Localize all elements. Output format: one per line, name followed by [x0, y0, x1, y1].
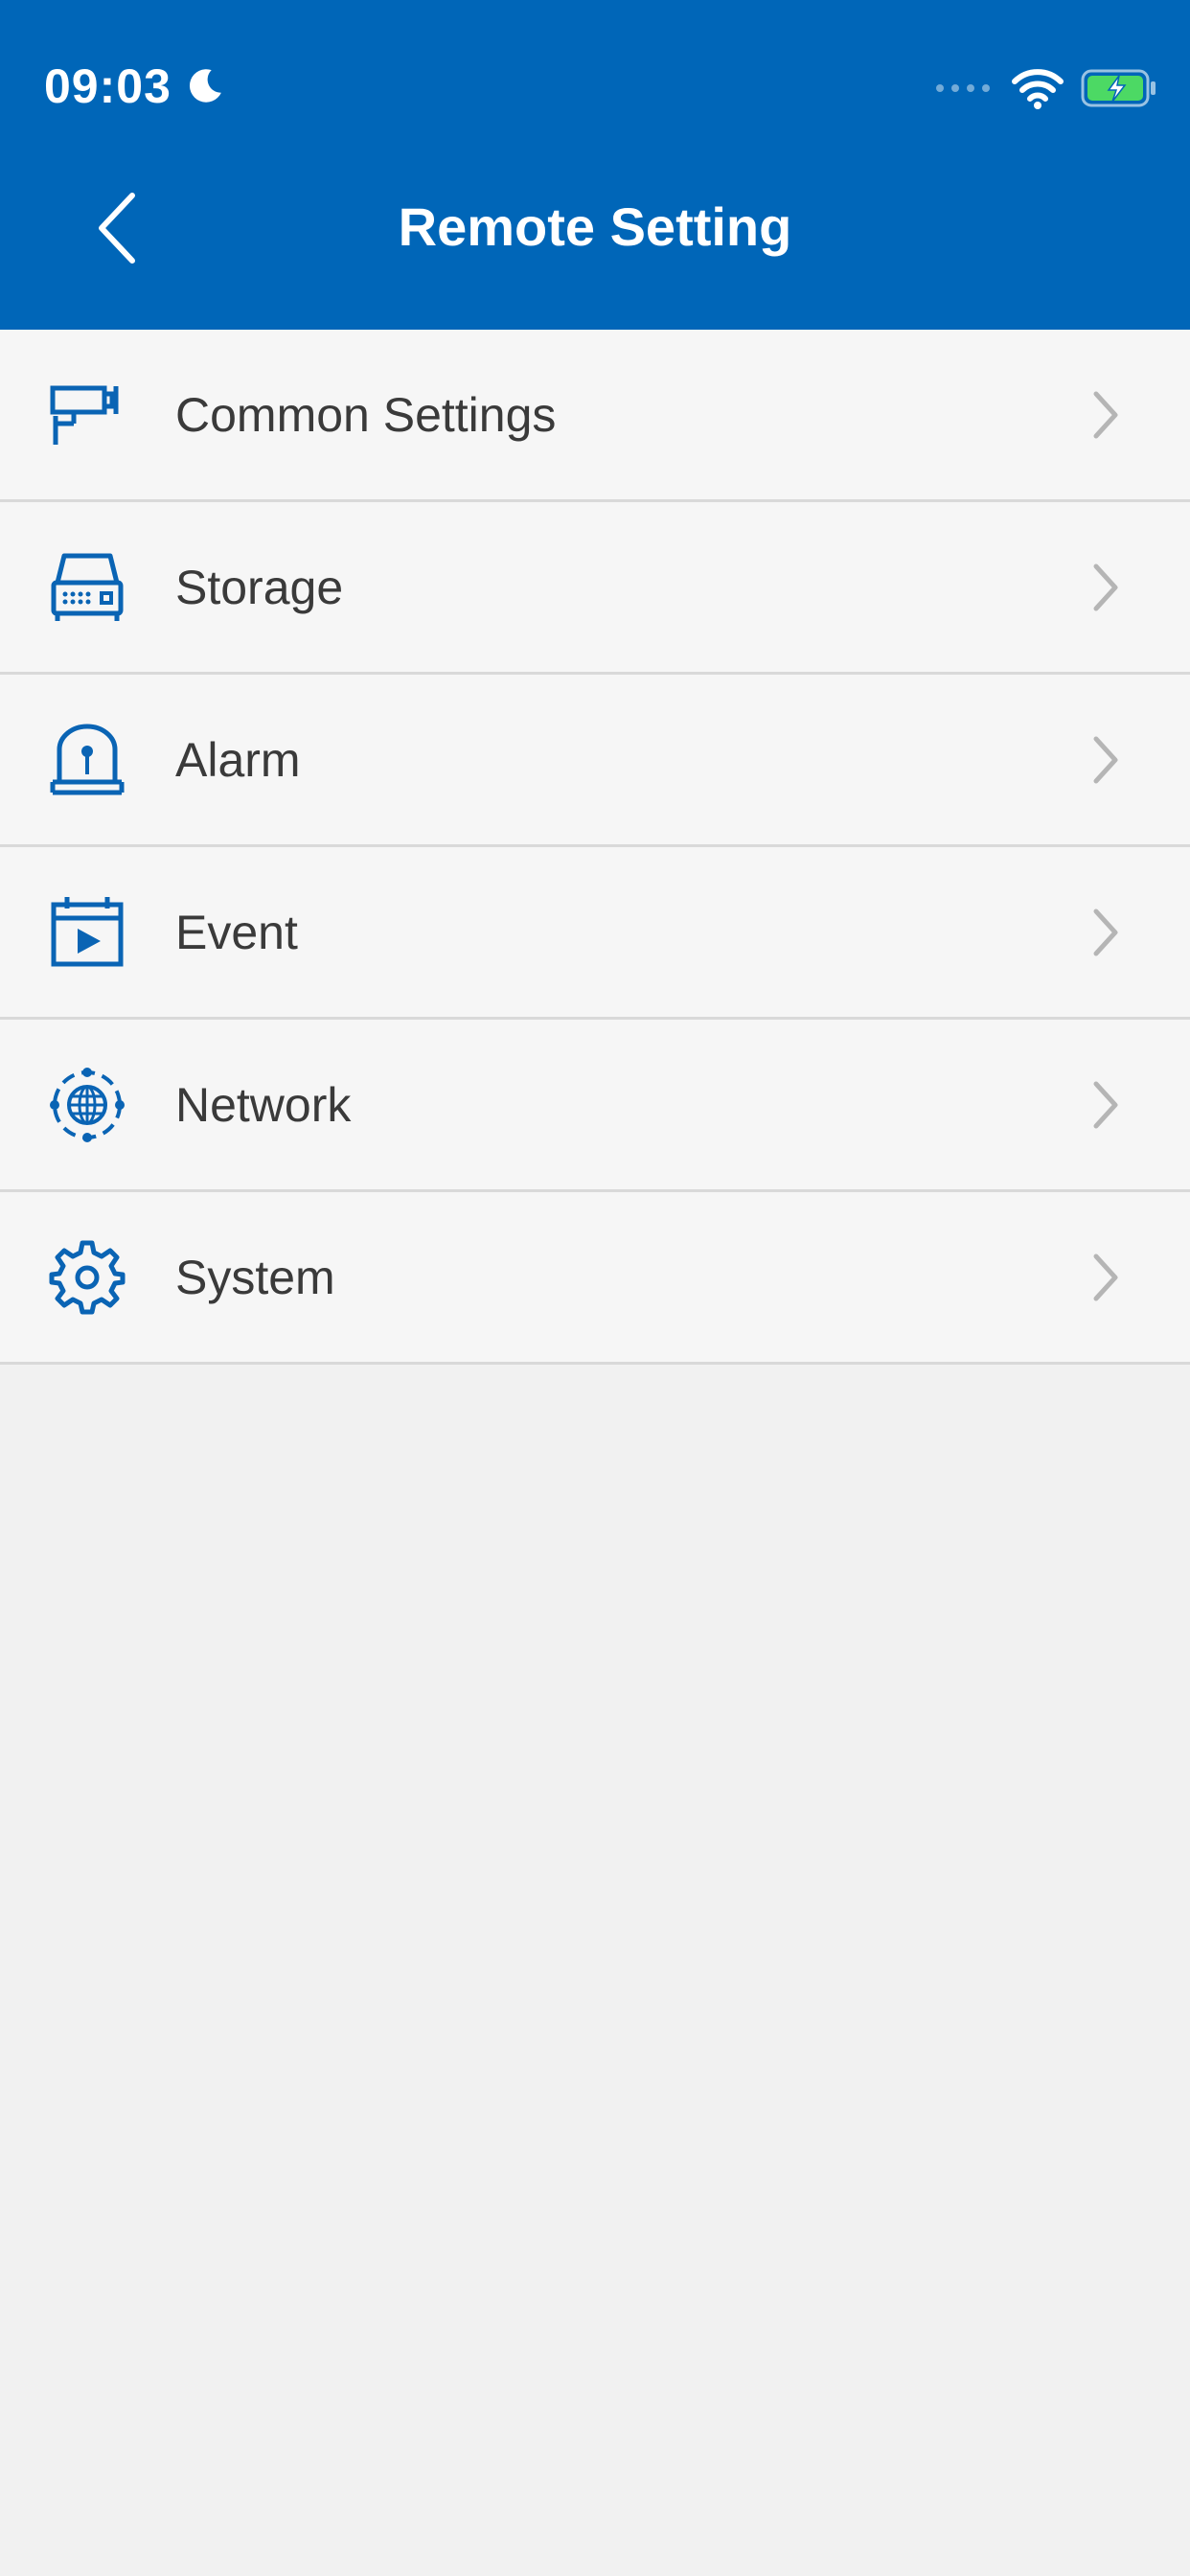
- event-icon: [48, 893, 126, 972]
- chevron-right-icon: [1093, 736, 1118, 783]
- status-bar-right: [935, 61, 1157, 115]
- status-time: 09:03: [44, 59, 172, 113]
- menu-item-event[interactable]: Event: [0, 847, 1190, 1020]
- gear-icon: [48, 1238, 126, 1317]
- chevron-right-icon: [1093, 908, 1118, 955]
- menu-item-label: Storage: [175, 560, 344, 614]
- moon-icon: [189, 69, 221, 103]
- status-bar-left: 09:03: [44, 56, 227, 117]
- page-title: Remote Setting: [398, 196, 792, 257]
- battery-charging-icon: [1081, 69, 1156, 107]
- alarm-icon: [48, 721, 126, 799]
- network-icon: [48, 1066, 126, 1144]
- menu-item-label: Event: [175, 905, 298, 959]
- chevron-right-icon: [1093, 1254, 1118, 1300]
- camera-icon: [48, 376, 126, 454]
- menu-item-alarm[interactable]: Alarm: [0, 675, 1190, 847]
- menu-item-network[interactable]: Network: [0, 1020, 1190, 1192]
- menu-item-system[interactable]: System: [0, 1192, 1190, 1365]
- wifi-icon: [1012, 69, 1064, 109]
- menu-item-label: Alarm: [175, 732, 301, 787]
- menu-item-label: Common Settings: [175, 387, 557, 442]
- menu-item-label: System: [175, 1250, 335, 1304]
- signal-icon: [936, 84, 990, 92]
- menu-item-common-settings[interactable]: Common Settings: [0, 330, 1190, 502]
- app-header: 09:03 Remote Setting: [0, 0, 1190, 330]
- chevron-right-icon: [1093, 564, 1118, 610]
- storage-icon: [48, 548, 126, 627]
- menu-item-storage[interactable]: Storage: [0, 502, 1190, 675]
- chevron-right-icon: [1093, 391, 1118, 438]
- menu-item-label: Network: [175, 1077, 352, 1132]
- settings-menu: Common Settings Storage Alarm Event Netw…: [0, 330, 1190, 1365]
- chevron-right-icon: [1093, 1081, 1118, 1128]
